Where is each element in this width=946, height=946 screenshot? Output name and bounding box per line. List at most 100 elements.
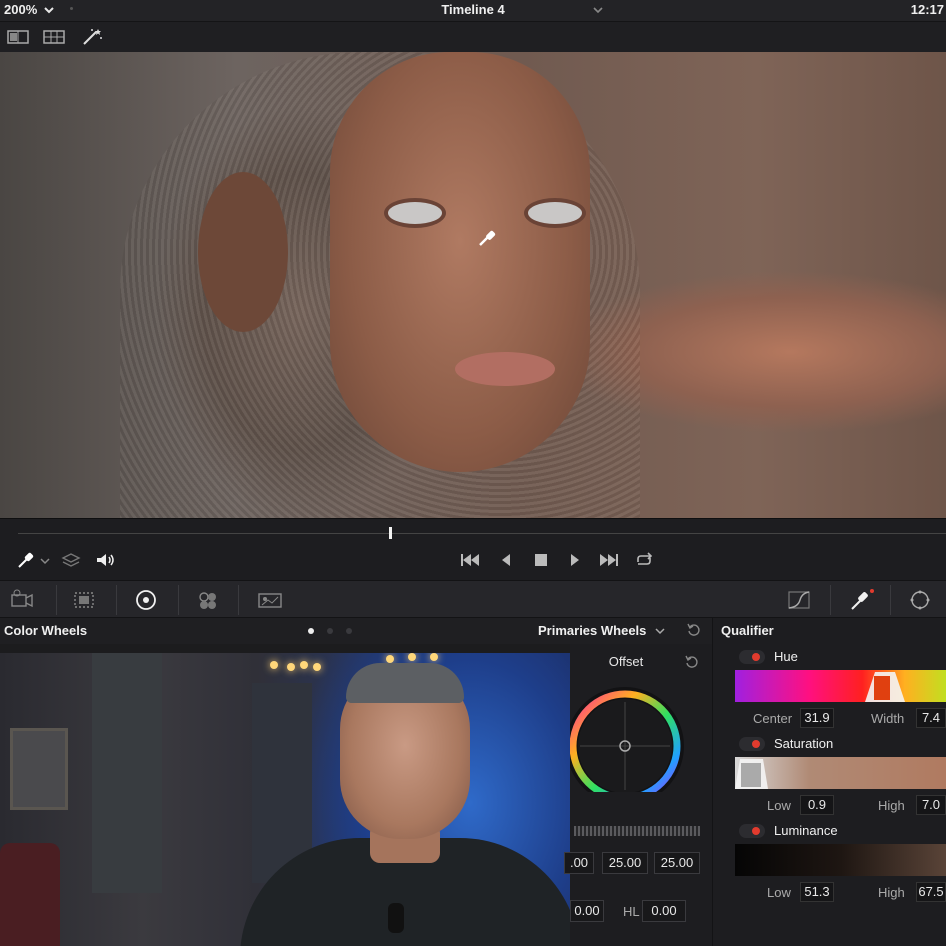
scrubber-track[interactable]	[18, 533, 946, 534]
loop-icon[interactable]	[633, 551, 655, 569]
offset-label: Offset	[608, 654, 644, 669]
curves-icon[interactable]	[786, 589, 814, 611]
palette-separator	[178, 585, 179, 615]
luminance-range-bar[interactable]	[735, 844, 946, 876]
eyedropper-icon[interactable]	[16, 551, 38, 569]
enabled-dot	[752, 740, 760, 748]
video-viewer[interactable]	[0, 52, 946, 518]
wheels-mode-select[interactable]: Primaries Wheels	[538, 623, 646, 638]
color-wheels-title: Color Wheels	[4, 623, 88, 638]
viewer-eye-right	[528, 202, 582, 224]
cam-chair	[0, 843, 60, 946]
layers-icon[interactable]	[60, 551, 82, 569]
hue-label: Hue	[774, 649, 798, 664]
viewer-lips	[455, 352, 555, 386]
play-icon[interactable]	[564, 551, 586, 569]
luminance-label: Luminance	[774, 823, 838, 838]
qualifier-panel: Qualifier Hue Center 31.9 Width 7.4 Satu…	[712, 618, 946, 946]
transport-bar	[0, 518, 946, 580]
cam-mic	[388, 903, 404, 933]
cam-person-hair	[346, 663, 464, 703]
cam-light	[430, 653, 438, 661]
saturation-low-label: Low	[767, 798, 791, 813]
cam-light	[313, 663, 321, 671]
cam-window	[92, 653, 162, 893]
camera-raw-icon[interactable]	[8, 589, 36, 611]
cam-light	[300, 661, 308, 669]
chevron-down-icon[interactable]	[591, 3, 605, 17]
cam-light	[287, 663, 295, 671]
hl-label: HL	[623, 904, 640, 919]
timeline-title[interactable]: Timeline 4	[0, 2, 946, 17]
saturation-toggle[interactable]	[739, 737, 765, 751]
viewer-face	[330, 52, 590, 472]
hue-width-label: Width	[871, 711, 905, 726]
hue-toggle[interactable]	[739, 650, 765, 664]
dual-view-icon[interactable]	[6, 27, 30, 47]
hue-center-value[interactable]: 31.9	[800, 708, 834, 728]
qualifier-eyedropper-icon[interactable]	[846, 589, 874, 611]
offset-master-slider[interactable]	[574, 826, 700, 836]
palette-separator	[890, 585, 891, 615]
play-reverse-icon[interactable]	[495, 551, 517, 569]
cam-light	[386, 655, 394, 663]
webcam-overlay	[0, 653, 571, 946]
saturation-high-value[interactable]: 7.0	[916, 795, 946, 815]
palette-separator	[56, 585, 57, 615]
stop-icon[interactable]	[530, 551, 552, 569]
contrast-value[interactable]: 0.00	[570, 900, 604, 922]
cam-light	[408, 653, 416, 661]
cam-picture-frame	[10, 728, 68, 810]
viewer-toolbar	[0, 22, 946, 52]
color-wheels-icon[interactable]	[132, 589, 160, 611]
luminance-high-value[interactable]: 67.5	[916, 882, 946, 902]
skip-forward-icon[interactable]	[598, 551, 620, 569]
chevron-down-icon[interactable]	[38, 551, 52, 569]
palette-separator	[116, 585, 117, 615]
palette-separator	[830, 585, 831, 615]
color-wheels-header: Color Wheels Primaries Wheels	[0, 618, 712, 644]
playhead[interactable]	[389, 527, 392, 539]
luminance-toggle[interactable]	[739, 824, 765, 838]
rgb-mixer-icon[interactable]	[256, 589, 284, 611]
reset-icon[interactable]	[684, 654, 700, 670]
magic-wand-icon[interactable]	[80, 27, 104, 47]
skip-back-icon[interactable]	[459, 551, 481, 569]
offset-value-g[interactable]: 25.00	[654, 852, 700, 874]
top-bar: 200% Timeline 4 12:17	[0, 0, 946, 22]
eyedropper-cursor-icon	[479, 230, 496, 246]
saturation-high-label: High	[878, 798, 905, 813]
hl-value[interactable]: 0.00	[642, 900, 686, 922]
hue-center-label: Center	[753, 711, 793, 726]
offset-color-wheel[interactable]	[570, 674, 688, 792]
offset-value-r[interactable]: 25.00	[602, 852, 648, 874]
page-dot[interactable]	[327, 628, 333, 634]
cam-light	[270, 661, 278, 669]
palette-bar	[0, 580, 946, 618]
window-shape-icon[interactable]	[906, 589, 934, 611]
luminance-high-label: High	[878, 885, 905, 900]
luminance-low-value[interactable]: 51.3	[800, 882, 834, 902]
palette-separator	[238, 585, 239, 615]
offset-value-y[interactable]: .00	[564, 852, 594, 874]
reset-icon[interactable]	[686, 622, 702, 638]
timecode-clock: 12:17	[910, 2, 944, 17]
viewer-eye-left	[388, 202, 442, 224]
speaker-icon[interactable]	[94, 551, 116, 569]
grid-view-icon[interactable]	[42, 27, 66, 47]
hue-range-bar[interactable]	[735, 670, 946, 702]
saturation-range-bar[interactable]	[735, 757, 946, 789]
chevron-down-icon[interactable]	[654, 625, 666, 637]
enabled-dot	[752, 827, 760, 835]
hue-width-value[interactable]: 7.4	[916, 708, 946, 728]
hdr-wheels-icon[interactable]	[194, 589, 222, 611]
enabled-dot	[752, 653, 760, 661]
page-dot[interactable]	[346, 628, 352, 634]
saturation-label: Saturation	[774, 736, 834, 751]
page-dot-active[interactable]	[308, 628, 314, 634]
color-match-icon[interactable]	[70, 589, 98, 611]
qualifier-title: Qualifier	[721, 623, 774, 638]
saturation-low-value[interactable]: 0.9	[800, 795, 834, 815]
viewer-ear	[198, 172, 288, 332]
luminance-low-label: Low	[767, 885, 791, 900]
